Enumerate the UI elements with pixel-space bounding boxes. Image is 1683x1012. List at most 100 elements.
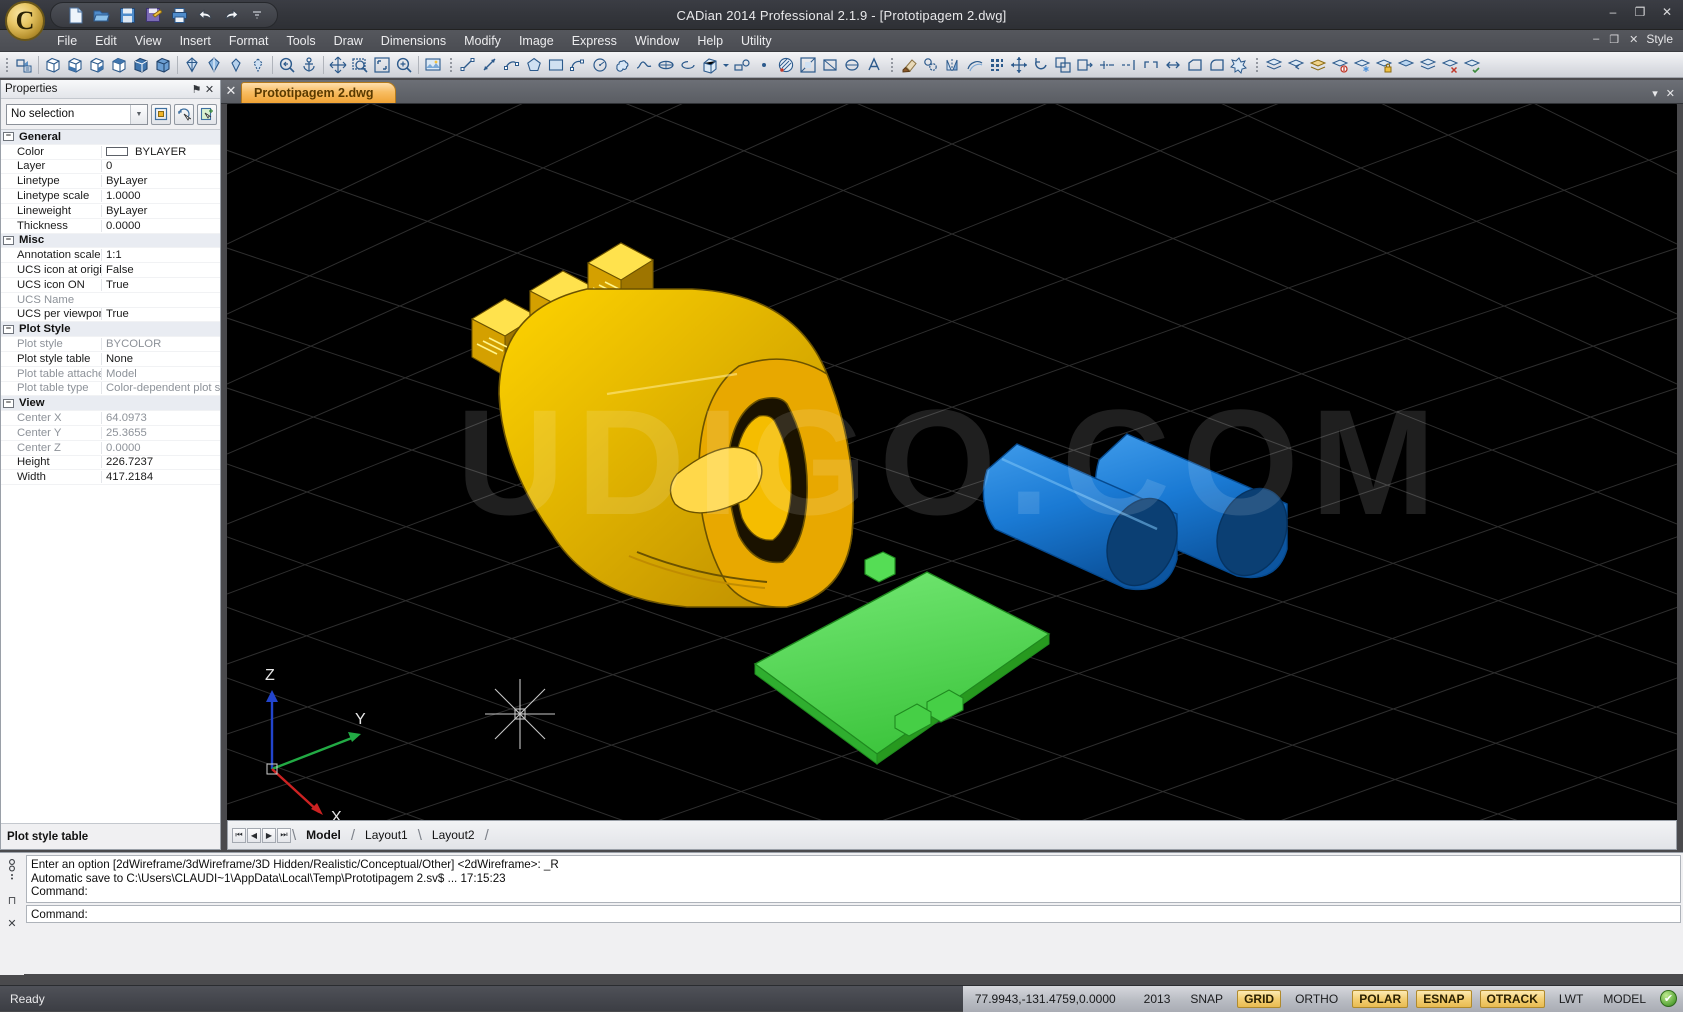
line-icon[interactable]: [457, 54, 479, 76]
redo-icon[interactable]: [221, 5, 241, 25]
menu-item-window[interactable]: Window: [626, 32, 688, 50]
layer-state-icon[interactable]: [1307, 54, 1329, 76]
property-row-plot-style-table[interactable]: Plot style table None: [1, 352, 220, 367]
layout-tab-model[interactable]: Model: [296, 828, 351, 842]
pin-icon[interactable]: ⚑: [190, 83, 203, 96]
property-value[interactable]: 1.0000: [101, 190, 220, 202]
menu-item-view[interactable]: View: [126, 32, 171, 50]
menu-item-edit[interactable]: Edit: [86, 32, 126, 50]
status-toggle-model[interactable]: MODEL: [1597, 991, 1652, 1007]
chevron-down-icon[interactable]: ▾: [1652, 87, 1658, 100]
close-icon[interactable]: ✕: [203, 83, 216, 96]
first-tab-icon[interactable]: ⏮: [232, 828, 246, 843]
collapse-icon[interactable]: −: [3, 399, 14, 408]
hatch-icon[interactable]: [775, 54, 797, 76]
layer-freeze-icon[interactable]: [1351, 54, 1373, 76]
array-icon[interactable]: [986, 54, 1008, 76]
command-history[interactable]: Enter an option [2dWireframe/3dWireframe…: [26, 855, 1681, 903]
shade-hidden-icon[interactable]: [247, 54, 269, 76]
menu-item-express[interactable]: Express: [563, 32, 626, 50]
minimize-button[interactable]: –: [1603, 4, 1623, 20]
rotate-icon[interactable]: [1030, 54, 1052, 76]
zoom-realtime-icon[interactable]: [393, 54, 415, 76]
document-tab[interactable]: Prototipagem 2.dwg: [241, 82, 396, 103]
stretch-icon[interactable]: [1074, 54, 1096, 76]
property-value[interactable]: 0.0000: [101, 220, 220, 232]
join-icon[interactable]: [1162, 54, 1184, 76]
table-icon[interactable]: [841, 54, 863, 76]
menu-item-dimensions[interactable]: Dimensions: [372, 32, 455, 50]
save-as-icon[interactable]: [143, 5, 163, 25]
layer-isolate-icon[interactable]: [1395, 54, 1417, 76]
explode-icon[interactable]: [1228, 54, 1250, 76]
property-value[interactable]: ByLayer: [101, 175, 220, 187]
layout-tab-layout1[interactable]: Layout1: [355, 828, 418, 842]
copy-icon[interactable]: [920, 54, 942, 76]
property-row-center-y[interactable]: Center Y 25.3655: [1, 426, 220, 441]
collapse-icon[interactable]: −: [3, 325, 14, 334]
close-icon[interactable]: ✕: [221, 79, 241, 103]
construction-line-icon[interactable]: [479, 54, 501, 76]
last-tab-icon[interactable]: ⏭: [277, 828, 291, 843]
property-row-thickness[interactable]: Thickness 0.0000: [1, 219, 220, 234]
layer-merge-icon[interactable]: [1417, 54, 1439, 76]
menu-item-help[interactable]: Help: [688, 32, 732, 50]
property-row-center-x[interactable]: Center X 64.0973: [1, 411, 220, 426]
shade-gouraud-icon[interactable]: [203, 54, 225, 76]
property-value[interactable]: False: [101, 264, 220, 276]
print-icon[interactable]: [169, 5, 189, 25]
property-row-plot-style[interactable]: Plot style BYCOLOR: [1, 337, 220, 352]
shade-edge-icon[interactable]: [225, 54, 247, 76]
collapse-icon[interactable]: −: [3, 236, 14, 245]
property-row-width[interactable]: Width 417.2184: [1, 470, 220, 485]
property-row-color[interactable]: Color BYLAYER: [1, 145, 220, 160]
property-value[interactable]: True: [101, 308, 220, 320]
select-objects-icon[interactable]: [174, 104, 194, 125]
iso-box-icon-5[interactable]: [130, 54, 152, 76]
property-row-linetype[interactable]: Linetype ByLayer: [1, 174, 220, 189]
property-row-ucs-name[interactable]: UCS Name: [1, 293, 220, 308]
property-row-height[interactable]: Height 226.7237: [1, 456, 220, 471]
property-value[interactable]: 0: [101, 160, 220, 172]
doc-minimize-button[interactable]: –: [1591, 33, 1601, 45]
move-icon[interactable]: [1008, 54, 1030, 76]
property-group-view[interactable]: − View: [1, 396, 220, 411]
status-toggle-grid[interactable]: GRID: [1237, 990, 1281, 1008]
menu-item-tools[interactable]: Tools: [277, 32, 324, 50]
ellipse-arc-icon[interactable]: [677, 54, 699, 76]
property-row-linetype-scale[interactable]: Linetype scale 1.0000: [1, 189, 220, 204]
open-file-icon[interactable]: [91, 5, 111, 25]
menu-item-image[interactable]: Image: [510, 32, 563, 50]
zoom-previous-icon[interactable]: [276, 54, 298, 76]
prev-tab-icon[interactable]: ◀: [247, 828, 261, 843]
circle-icon[interactable]: [589, 54, 611, 76]
check-icon[interactable]: ✔: [1660, 990, 1677, 1007]
polyline-icon[interactable]: [501, 54, 523, 76]
make-block-icon[interactable]: [731, 54, 753, 76]
save-icon[interactable]: [117, 5, 137, 25]
scale-icon[interactable]: [1052, 54, 1074, 76]
named-view-icon[interactable]: [13, 54, 35, 76]
layer-match-icon[interactable]: [1461, 54, 1483, 76]
property-value[interactable]: 226.7237: [101, 456, 220, 468]
ellipse-icon[interactable]: [655, 54, 677, 76]
pickadd-icon[interactable]: [197, 104, 217, 125]
property-row-plot-table-type[interactable]: Plot table type Color-dependent plot sty…: [1, 382, 220, 397]
property-value[interactable]: True: [101, 279, 220, 291]
block-dropdown-icon[interactable]: [721, 54, 731, 76]
iso-box-icon-1[interactable]: [42, 54, 64, 76]
menu-item-insert[interactable]: Insert: [171, 32, 220, 50]
arc-icon[interactable]: [567, 54, 589, 76]
pan-realtime-icon[interactable]: [327, 54, 349, 76]
rectangle-icon[interactable]: [545, 54, 567, 76]
trim-icon[interactable]: [1096, 54, 1118, 76]
close-button[interactable]: ✕: [1657, 4, 1677, 20]
anchor-icon[interactable]: [298, 54, 320, 76]
menu-item-draw[interactable]: Draw: [325, 32, 372, 50]
iso-box-icon-4[interactable]: [108, 54, 130, 76]
property-row-center-z[interactable]: Center Z 0.0000: [1, 441, 220, 456]
new-file-icon[interactable]: [65, 5, 85, 25]
property-row-ucs-icon-at-origin[interactable]: UCS icon at origin False: [1, 263, 220, 278]
collapse-icon[interactable]: −: [3, 132, 14, 141]
cmd-history-icon[interactable]: [7, 859, 17, 884]
